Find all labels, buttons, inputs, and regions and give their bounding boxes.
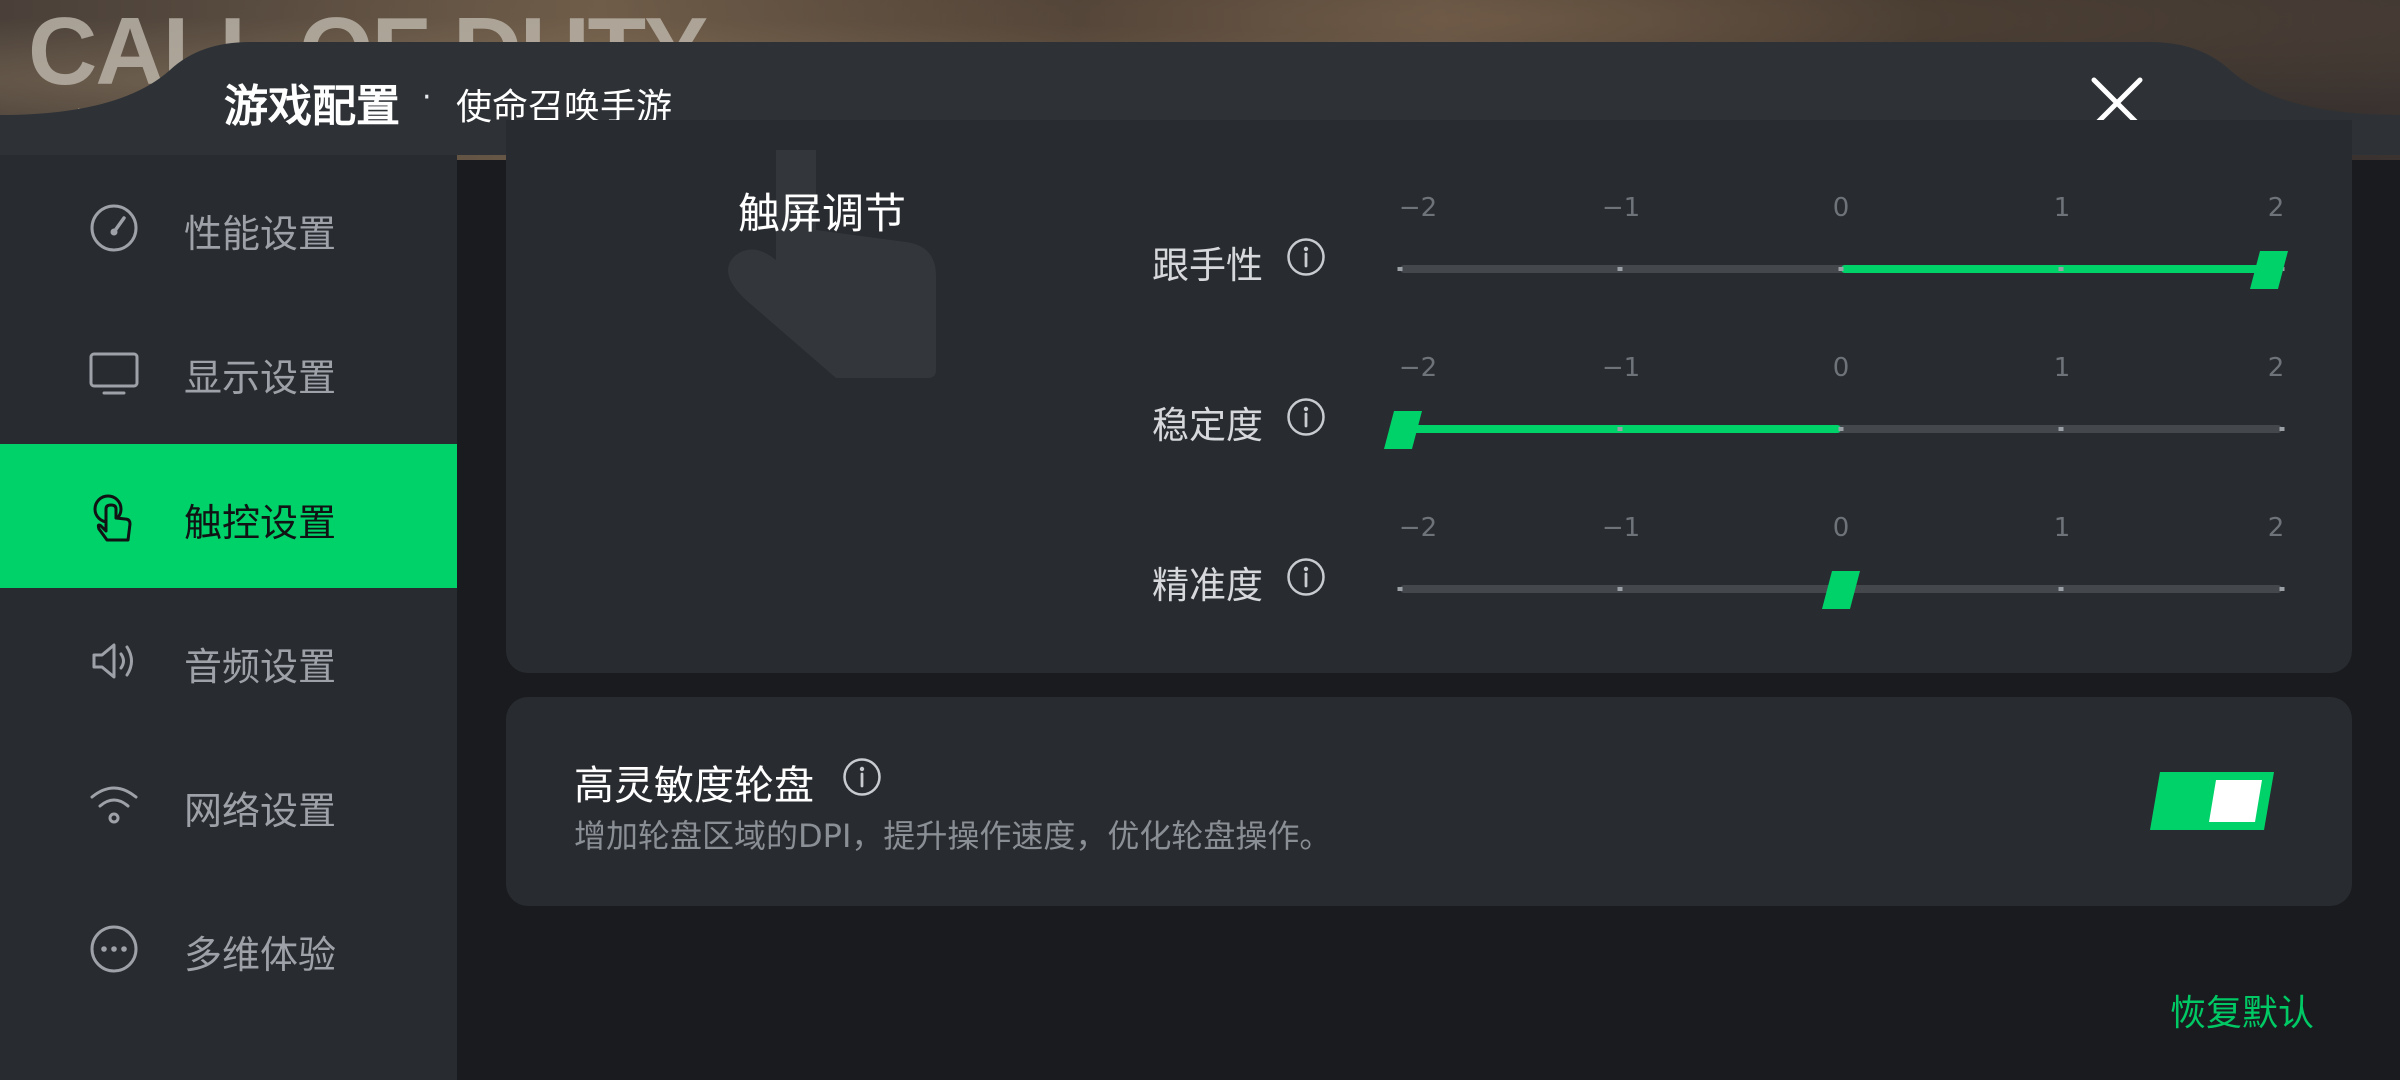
wheel-toggle-switch[interactable] [2150, 772, 2274, 830]
sidebar-item-touch[interactable]: 触控设置 [0, 444, 457, 588]
slider-follow: 跟手性 −2 −1 0 1 2 [506, 193, 2352, 303]
scale-tick-label: 2 [2267, 513, 2285, 543]
restore-defaults-button[interactable]: 恢复默认 [2170, 984, 2314, 1036]
slider-label: 精准度 [1152, 564, 1263, 607]
scale-tick-label: −2 [1398, 513, 1438, 543]
wifi-icon [90, 786, 138, 824]
scale-tick-label: −2 [1398, 353, 1438, 383]
slider-step-dot [1617, 267, 1623, 271]
scale-tick-label: 2 [2267, 193, 2285, 223]
sidebar-item-label: 触控设置 [184, 501, 337, 545]
sidebar-item-label: 网络设置 [184, 789, 337, 833]
slider-step-dot [1617, 587, 1623, 591]
settings-sidebar: 性能设置 显示设置 触控设置 音频设置 网络设置 多维体验 [0, 155, 457, 1080]
speaker-icon [92, 643, 133, 679]
scale-tick-label: 0 [1832, 353, 1850, 383]
sidebar-item-label: 性能设置 [184, 212, 337, 256]
slider-step-dot [2058, 427, 2064, 431]
info-icon[interactable] [1286, 557, 1326, 597]
game-config-screen: CALL OF DUTY 使命 游戏配置 · 使命召唤手游 性能设置 [0, 0, 2400, 1080]
monitor-icon [89, 352, 139, 395]
slider-label: 稳定度 [1152, 404, 1263, 447]
scale-tick-label: 1 [2053, 353, 2071, 383]
scale-tick-label: −1 [1601, 193, 1641, 223]
slider-step-dot [1838, 267, 1844, 271]
sidebar-item-label: 显示设置 [184, 356, 337, 400]
slider-precision: 精准度 −2 −1 0 1 2 [506, 513, 2352, 623]
info-icon[interactable] [842, 757, 882, 797]
title-separator: · [422, 80, 432, 115]
slider-label: 跟手性 [1152, 244, 1263, 287]
slider-step-dot [1838, 427, 1844, 431]
slider-step-dot [2279, 427, 2285, 431]
slider-thumb[interactable] [2250, 251, 2288, 289]
scale-tick-label: −1 [1601, 353, 1641, 383]
slider-step-dot [1617, 427, 1623, 431]
high-sensitivity-wheel-card: 高灵敏度轮盘 增加轮盘区域的DPI，提升操作速度，优化轮盘操作。 [506, 697, 2352, 906]
touch-adjust-card: 触屏调节 跟手性 −2 −1 0 1 2 稳定度 −2 −1 0 1 2 精准度… [506, 120, 2352, 673]
scale-tick-label: 0 [1832, 193, 1850, 223]
touch-hand-icon [93, 494, 132, 542]
slider-thumb[interactable] [1822, 571, 1860, 609]
scale-tick-label: 2 [2267, 353, 2285, 383]
slider-step-dot [1397, 267, 1403, 271]
sidebar-item-label: 音频设置 [184, 645, 337, 689]
slider-stability: 稳定度 −2 −1 0 1 2 [506, 353, 2352, 463]
sidebar-item-experience[interactable]: 多维体验 [0, 876, 457, 1020]
sidebar-item-label: 多维体验 [184, 933, 337, 977]
slider-step-dot [2279, 587, 2285, 591]
wheel-setting-title: 高灵敏度轮盘 [574, 763, 814, 809]
wheel-setting-description: 增加轮盘区域的DPI，提升操作速度，优化轮盘操作。 [574, 817, 1332, 855]
slider-step-dot [2058, 587, 2064, 591]
more-dots-icon [90, 925, 138, 973]
slider-track[interactable] [1397, 265, 2285, 273]
sidebar-item-performance[interactable]: 性能设置 [0, 155, 457, 299]
slider-track[interactable] [1397, 425, 2285, 433]
sidebar-item-display[interactable]: 显示设置 [0, 299, 457, 443]
info-icon[interactable] [1286, 397, 1326, 437]
sidebar-item-audio[interactable]: 音频设置 [0, 588, 457, 732]
page-title: 游戏配置 [224, 81, 400, 132]
scale-tick-label: 1 [2053, 193, 2071, 223]
slider-step-dot [2058, 267, 2064, 271]
scale-tick-label: −1 [1601, 513, 1641, 543]
slider-thumb[interactable] [1384, 411, 1422, 449]
slider-step-dot [1397, 587, 1403, 591]
scale-tick-label: 0 [1832, 513, 1850, 543]
scale-tick-label: 1 [2053, 513, 2071, 543]
scale-tick-label: −2 [1398, 193, 1438, 223]
speedometer-icon [90, 204, 138, 252]
info-icon[interactable] [1286, 237, 1326, 277]
sidebar-item-network[interactable]: 网络设置 [0, 732, 457, 876]
